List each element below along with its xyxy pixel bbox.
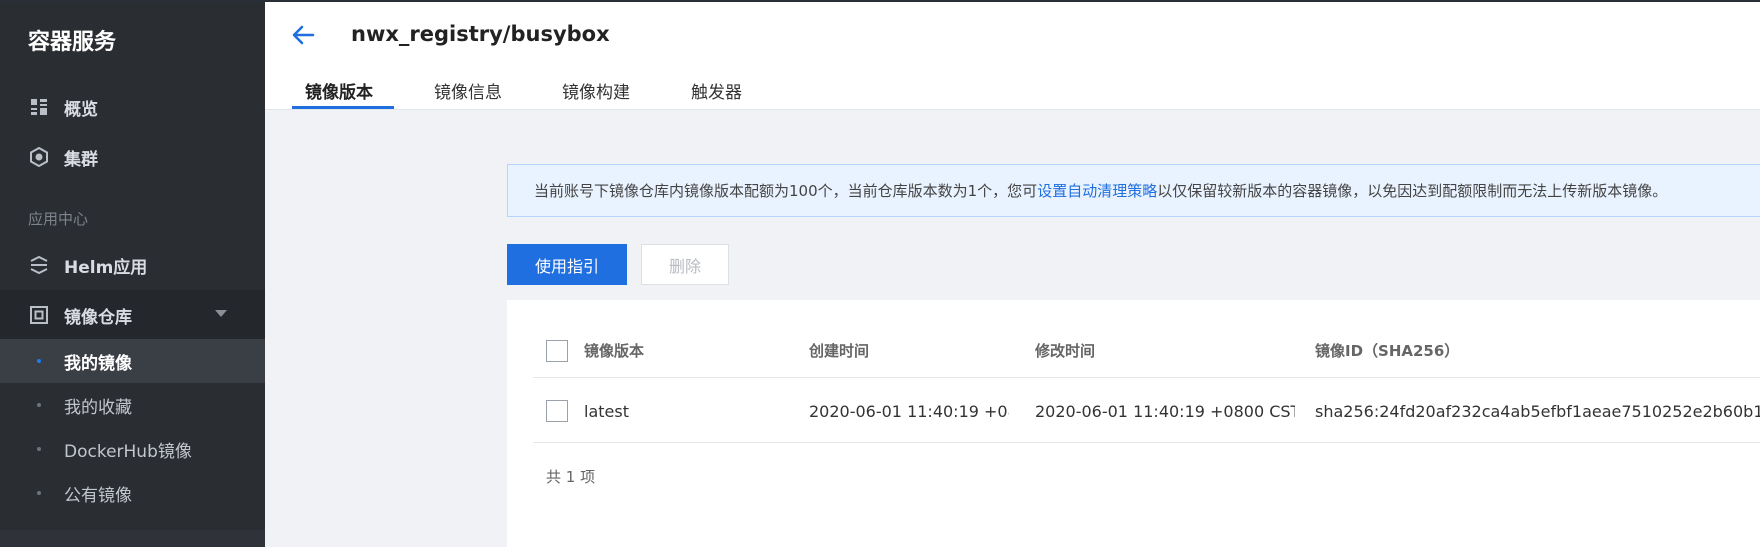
- cell-image-id: sha256:24fd20af232ca4ab5efbf1aeae7510252…: [1315, 402, 1760, 421]
- section-label-app-center: 应用中心: [28, 210, 89, 228]
- sidebar-item-helm[interactable]: Helm应用: [0, 240, 265, 290]
- sidebar-item-cluster[interactable]: 集群: [0, 132, 265, 182]
- sidebar-subitem-label: 我的收藏: [64, 397, 132, 418]
- quota-notice: 当前账号下镜像仓库内镜像版本配额为100个，当前仓库版本数为1个，您可 设置自动清…: [507, 164, 1760, 217]
- row-checkbox[interactable]: [546, 400, 568, 422]
- sidebar-item-registry[interactable]: 镜像仓库: [0, 290, 265, 340]
- sidebar-subitem-my-images[interactable]: 我的镜像: [0, 339, 265, 383]
- select-all-checkbox[interactable]: [546, 340, 568, 362]
- usage-guide-button[interactable]: 使用指引: [507, 244, 627, 285]
- notice-text: 当前账号下镜像仓库内镜像版本配额为100个，当前仓库版本数为1个，您可: [534, 182, 1038, 200]
- helm-icon: [28, 254, 50, 276]
- sidebar: 容器服务 概览 集群 应用中心 Helm应用 镜像仓库 我的镜像 我的收藏 Do…: [0, 0, 265, 547]
- sidebar-item-label: 镜像仓库: [64, 307, 132, 328]
- sidebar-item-overview[interactable]: 概览: [0, 82, 265, 132]
- bullet-icon: [37, 447, 41, 451]
- page-title: nwx_registry/busybox: [351, 22, 610, 46]
- registry-icon: [28, 304, 50, 326]
- bullet-icon: [37, 359, 41, 363]
- bullet-icon: [37, 403, 41, 407]
- delete-button[interactable]: 删除: [641, 244, 729, 285]
- sidebar-subitem-favorites[interactable]: 我的收藏: [0, 383, 265, 427]
- tab-image-build[interactable]: 镜像构建: [562, 78, 630, 110]
- cluster-icon: [28, 146, 50, 168]
- auto-cleanup-link[interactable]: 设置自动清理策略: [1037, 180, 1157, 201]
- sidebar-subitem-label: 公有镜像: [64, 485, 132, 506]
- cell-version: latest: [584, 402, 629, 421]
- sidebar-item-label: 集群: [64, 149, 98, 170]
- notice-text: 以仅保留较新版本的容器镜像，以免因达到配额限制而无法上传新版本镜像。: [1157, 182, 1668, 200]
- grid-icon: [28, 96, 50, 118]
- sidebar-subitem-label: 我的镜像: [64, 353, 132, 374]
- tab-triggers[interactable]: 触发器: [691, 78, 742, 110]
- cell-modified: 2020-06-01 11:40:19 +0800 CST: [1035, 402, 1295, 421]
- sidebar-item-label: 概览: [64, 99, 98, 120]
- page-header: nwx_registry/busybox 镜像版本 镜像信息 镜像构建 触发器: [265, 0, 1760, 110]
- cell-created: 2020-06-01 11:40:19 +08…: [809, 402, 1009, 421]
- total-count: 共 1 项: [546, 468, 596, 486]
- bullet-icon: [37, 491, 41, 495]
- sidebar-subitem-public[interactable]: 公有镜像: [0, 471, 265, 515]
- header-divider: [533, 377, 1760, 378]
- column-header-image-id[interactable]: 镜像ID（SHA256）: [1315, 340, 1459, 361]
- column-header-created[interactable]: 创建时间: [809, 340, 869, 361]
- row-divider: [533, 442, 1760, 443]
- sidebar-subitem-label: DockerHub镜像: [64, 441, 192, 462]
- column-header-modified[interactable]: 修改时间: [1035, 340, 1095, 361]
- back-arrow-icon[interactable]: [289, 22, 319, 48]
- sidebar-brand: 容器服务: [28, 30, 117, 55]
- window-top-edge: [0, 0, 1760, 2]
- sidebar-subitem-dockerhub[interactable]: DockerHub镜像: [0, 427, 265, 471]
- sidebar-item-label: Helm应用: [64, 257, 148, 278]
- versions-table-card: [507, 300, 1760, 547]
- sidebar-footer: [0, 530, 265, 547]
- chevron-down-icon[interactable]: [215, 310, 227, 317]
- column-header-version[interactable]: 镜像版本: [584, 340, 644, 361]
- tab-image-info[interactable]: 镜像信息: [434, 78, 502, 110]
- active-tab-indicator: [292, 106, 394, 109]
